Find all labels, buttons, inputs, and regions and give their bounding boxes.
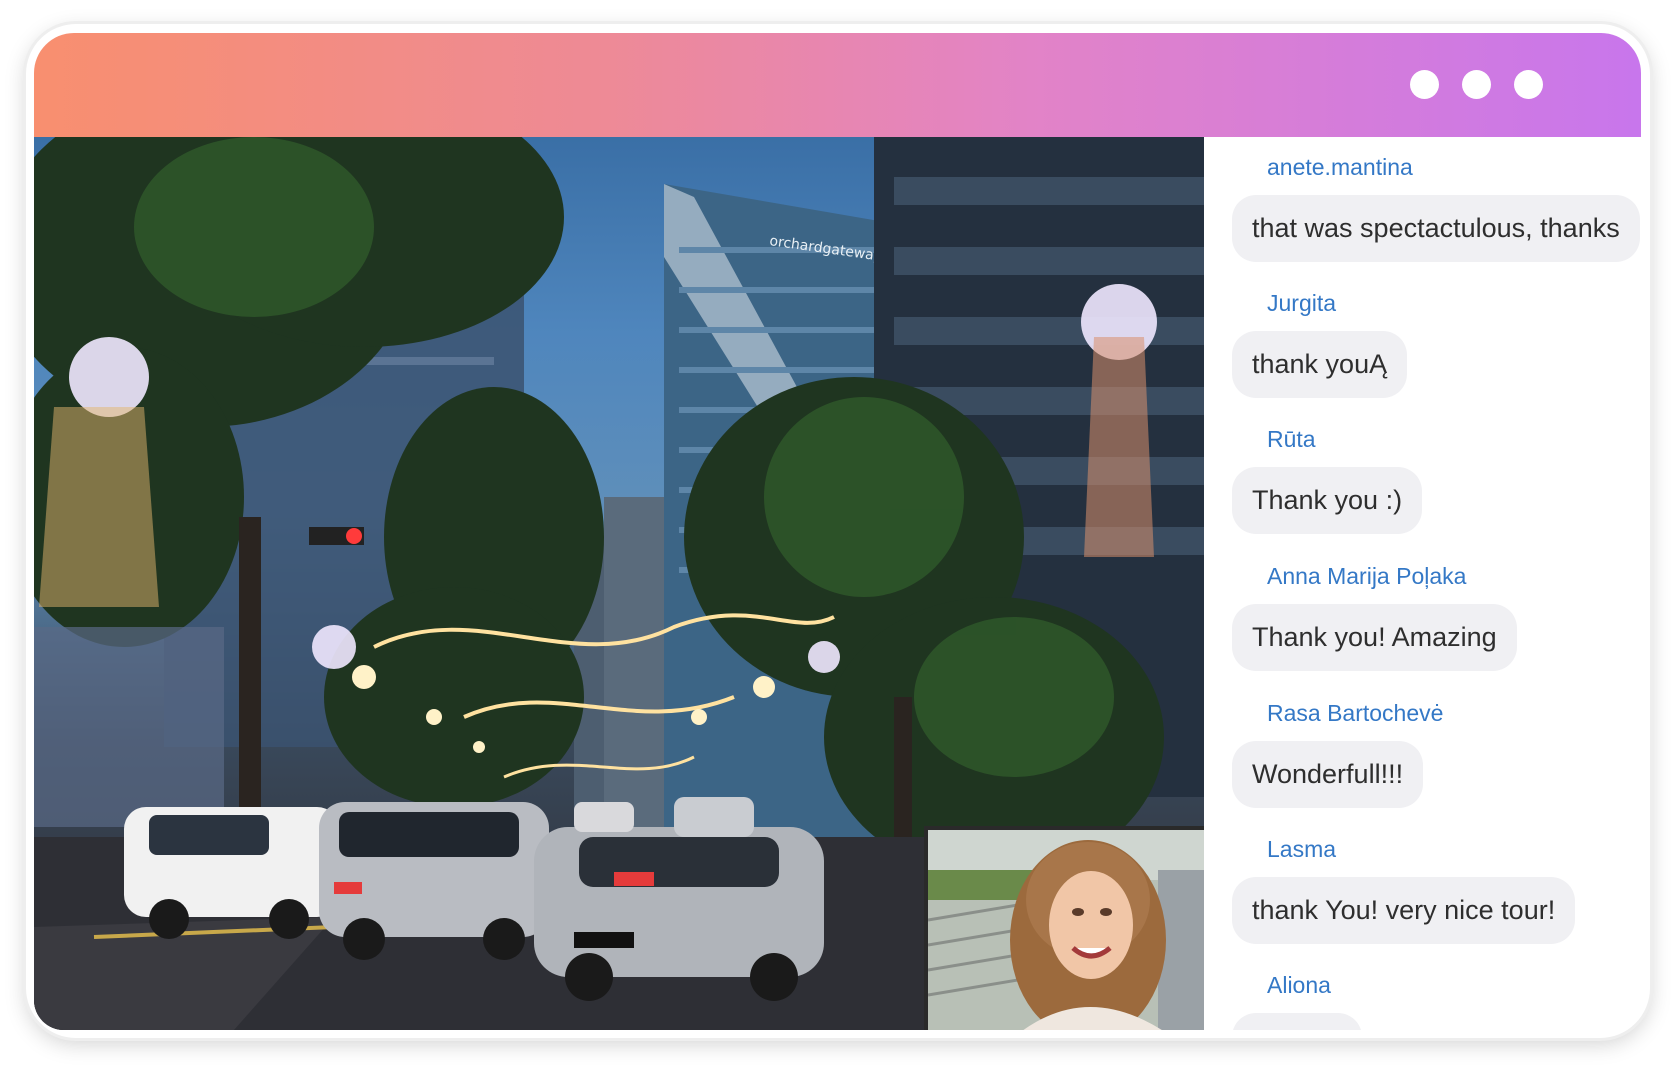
chat-sender-name[interactable]: Jurgita [1267,287,1442,319]
chat-sender-name[interactable]: Anna Marija Poļaka [1267,560,1552,592]
chat-message-bubble: Thank you! Amazing [1232,604,1517,671]
chat-sender-name[interactable]: Lasma [1267,833,1610,865]
chat-message-bubble: Wonderfull!!! [1232,741,1424,808]
chat-message: Rūta Thank you :) [1232,423,1423,534]
chat-sender-name[interactable]: Rasa Bartochevė [1267,697,1458,729]
chat-panel[interactable]: anete.mantina that was spectactulous, th… [1204,137,1641,1030]
chat-message: Rasa Bartochevė Wonderfull!!! [1232,697,1443,808]
chat-message: Lasma thank You! very nice tour! [1232,833,1576,944]
window-control-dot-3[interactable] [1514,70,1543,99]
chat-message-bubble: thank You! very nice tour! [1232,877,1576,944]
presenter-photo [928,830,1204,1030]
chat-message: anete.mantina that was spectactulous, th… [1232,151,1640,262]
chat-message: Anna Marija Poļaka Thank you! Amazing [1232,560,1517,671]
chat-sender-name[interactable]: Aliona [1267,969,1397,1001]
chat-message-bubble: Thank you :) [1232,467,1423,534]
window-titlebar [34,33,1641,137]
chat-message-bubble: thank youĄ [1232,331,1408,398]
window-control-dot-2[interactable] [1462,70,1491,99]
chat-sender-name[interactable]: anete.mantina [1267,151,1641,183]
presenter-camera-pip[interactable] [924,826,1204,1030]
chat-message-bubble: that was spectactulous, thanks [1232,195,1640,262]
window-control-dot-1[interactable] [1410,70,1439,99]
chat-message: Jurgita thank youĄ [1232,287,1408,398]
main-video-feed[interactable]: orchardgateway [34,137,1204,1030]
window-controls [1410,70,1543,99]
chat-message: Aliona [1232,969,1362,1030]
chat-sender-name[interactable]: Rūta [1267,423,1457,455]
chat-message-bubble [1232,1013,1362,1030]
